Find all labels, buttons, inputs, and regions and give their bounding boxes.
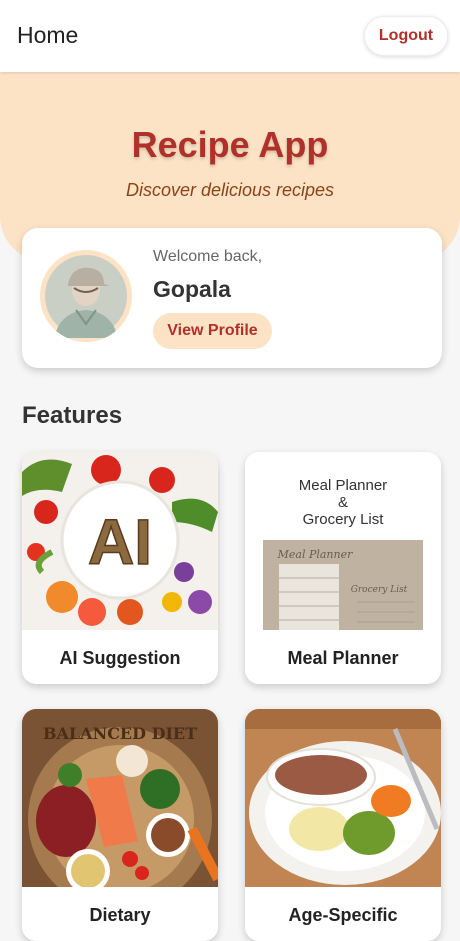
feature-card-dietary[interactable]: BALANCED DIET Dietary <box>22 709 218 941</box>
dietary-image: BALANCED DIET <box>22 709 218 911</box>
page-title: Home <box>17 22 79 48</box>
balanced-diet-letters: BALANCED DIET <box>43 724 197 743</box>
feature-card-meal-planner[interactable]: Meal Planner & Grocery List Meal Planner… <box>245 452 441 684</box>
svg-text:&: & <box>338 494 348 511</box>
feature-card-ai-suggestion[interactable]: AI AI Suggestion <box>22 452 218 684</box>
svg-text:Meal Planner: Meal Planner <box>299 477 387 494</box>
meal-planner-image: Meal Planner & Grocery List Meal Planner… <box>245 452 441 630</box>
welcome-greeting: Welcome back, <box>153 248 263 265</box>
feature-card-age-specific[interactable]: Age-Specific <box>245 709 441 941</box>
app-subtitle: Discover delicious recipes <box>125 180 335 200</box>
features-title: Features <box>22 402 123 429</box>
ai-suggestion-image: AI <box>22 452 218 630</box>
app-bar: Home Logout <box>0 0 460 72</box>
age-specific-image <box>245 709 441 887</box>
view-profile-button[interactable]: View Profile <box>153 313 272 349</box>
welcome-card: Welcome back, Gopala View Profile <box>22 228 442 368</box>
app-title: Recipe App <box>131 124 329 165</box>
ai-text-art: AI <box>88 506 152 578</box>
svg-text:Grocery List: Grocery List <box>351 585 408 595</box>
logout-button[interactable]: Logout <box>364 16 448 56</box>
user-name: Gopala <box>153 276 231 302</box>
avatar[interactable] <box>40 250 132 342</box>
svg-text:Meal Planner: Meal Planner <box>277 548 354 561</box>
feature-label-ai-suggestion: AI Suggestion <box>59 648 181 668</box>
svg-text:Grocery List: Grocery List <box>303 511 385 528</box>
feature-label-meal-planner: Meal Planner <box>287 648 399 668</box>
